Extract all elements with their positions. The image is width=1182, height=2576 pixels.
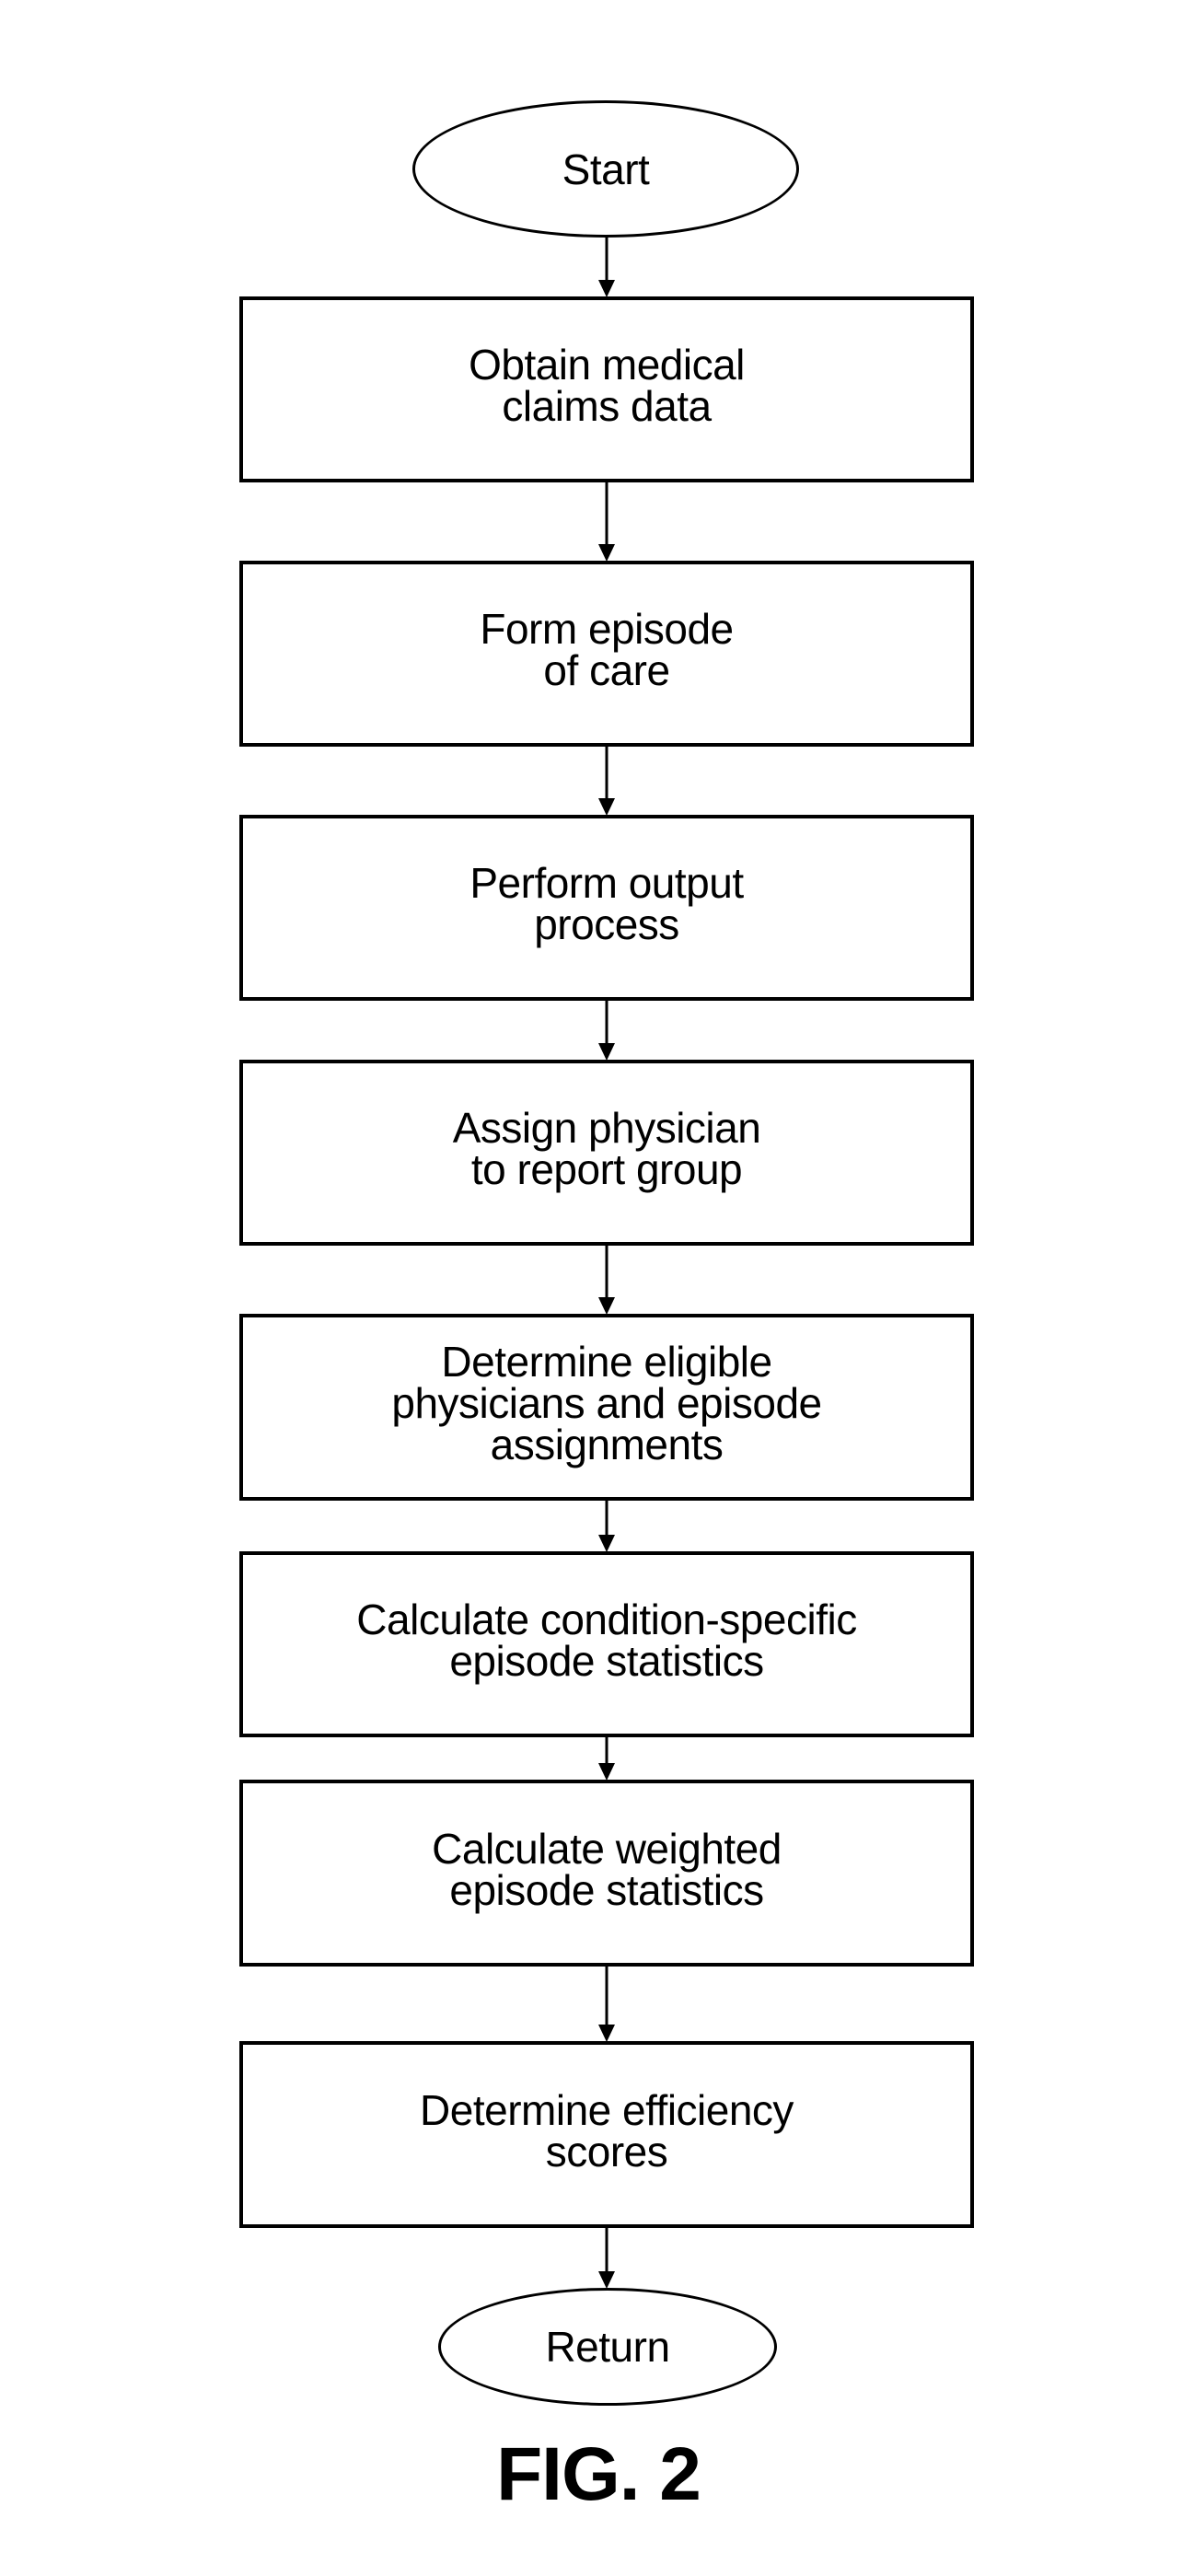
step-label: Form episode of care: [480, 605, 734, 694]
step-perform-output-process: Perform output process: [239, 815, 974, 1001]
start-terminal: Start: [412, 100, 799, 238]
arrowhead-icon: [598, 280, 615, 297]
step-weighted-statistics: Calculate weighted episode statistics: [239, 1780, 974, 1967]
arrowhead-icon: [598, 1297, 615, 1315]
return-label: Return: [545, 2323, 670, 2371]
step-label: Assign physician to report group: [452, 1104, 761, 1193]
step-obtain-claims-data: Obtain medical claims data: [239, 296, 974, 482]
arrowhead-icon: [598, 1535, 615, 1552]
step-label: Perform output process: [469, 859, 744, 948]
arrowhead-icon: [598, 1763, 615, 1781]
arrowhead-icon: [598, 2271, 615, 2289]
arrowhead-icon: [598, 2025, 615, 2042]
step-label: Obtain medical claims data: [469, 341, 745, 430]
figure-label: FIG. 2: [496, 2432, 701, 2516]
step-efficiency-scores: Determine efficiency scores: [239, 2041, 974, 2228]
step-label: Calculate condition-specific episode sta…: [356, 1595, 857, 1685]
arrowhead-icon: [598, 544, 615, 562]
step-determine-eligible-physicians: Determine eligible physicians and episod…: [239, 1314, 974, 1501]
step-label: Determine eligible physicians and episod…: [391, 1338, 822, 1468]
step-condition-specific-statistics: Calculate condition-specific episode sta…: [239, 1551, 974, 1737]
flowchart: Start Obtain medical claims data Form ep…: [0, 0, 1182, 2576]
step-label: Calculate weighted episode statistics: [432, 1824, 782, 1914]
step-assign-physician: Assign physician to report group: [239, 1060, 974, 1246]
arrowhead-icon: [598, 1043, 615, 1061]
start-label: Start: [562, 145, 650, 193]
step-label: Determine efficiency scores: [420, 2085, 794, 2176]
step-form-episode-of-care: Form episode of care: [239, 561, 974, 747]
return-terminal: Return: [438, 2288, 777, 2406]
arrowhead-icon: [598, 798, 615, 816]
